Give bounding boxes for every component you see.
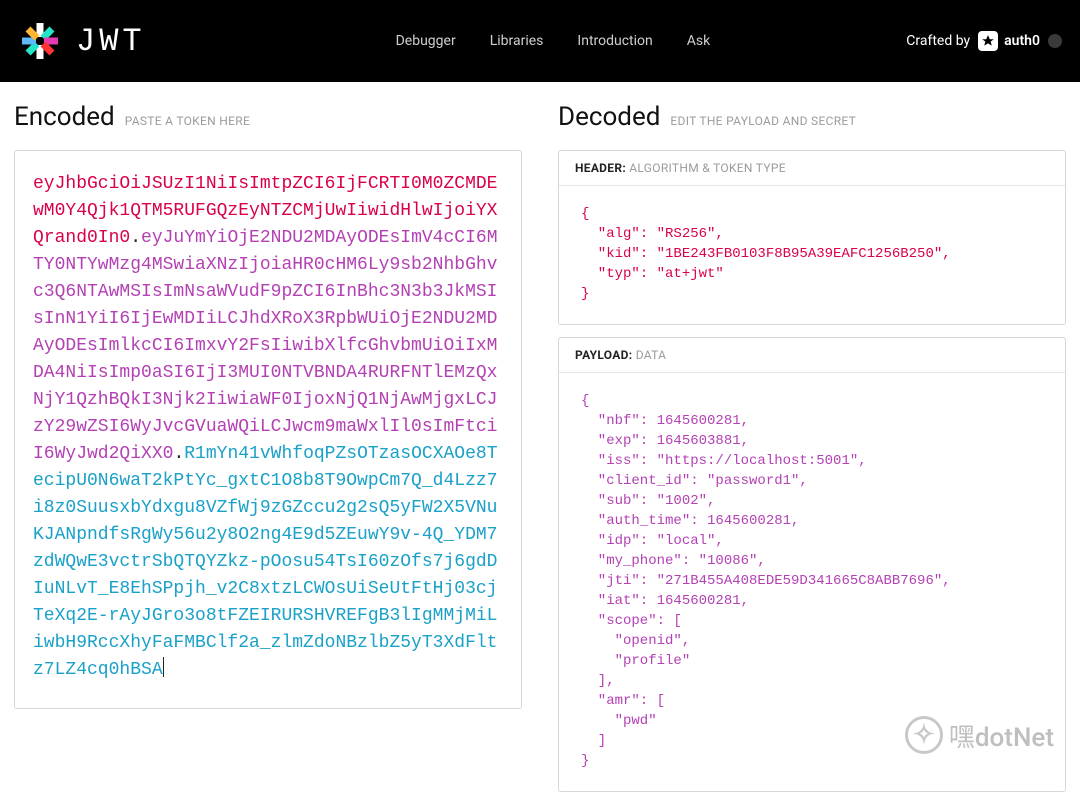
encoded-title: Encoded PASTE A TOKEN HERE (14, 102, 522, 132)
decoded-header-json[interactable]: { "alg": "RS256", "kid": "1BE243FB0103F8… (559, 186, 1065, 324)
encoded-token-input[interactable]: eyJhbGciOiJSUzI1NiIsImtpZCI6IjFCRTI0M0ZC… (14, 150, 522, 709)
token-payload-segment: eyJuYmYiOjE2NDU2MDAyODEsImV4cCI6MTY0NTYw… (33, 228, 498, 464)
encoded-heading: Encoded (14, 102, 115, 132)
main: Encoded PASTE A TOKEN HERE eyJhbGciOiJSU… (0, 82, 1080, 804)
encoded-column: Encoded PASTE A TOKEN HERE eyJhbGciOiJSU… (14, 102, 522, 804)
decoded-heading: Decoded (558, 102, 660, 132)
auth0-text: auth0 (1004, 33, 1040, 49)
nav-ask[interactable]: Ask (687, 33, 710, 49)
jwt-logo-icon (18, 19, 62, 63)
decoded-payload-json[interactable]: { "nbf": 1645600281, "exp": 1645603881, … (559, 373, 1065, 791)
crafted-label: Crafted by (906, 33, 970, 49)
nav-debugger[interactable]: Debugger (396, 33, 456, 49)
auth0-link[interactable]: auth0 (978, 31, 1040, 51)
auth0-icon (978, 31, 998, 51)
text-cursor (163, 657, 164, 677)
decoded-payload-panel: PAYLOAD: DATA { "nbf": 1645600281, "exp"… (558, 337, 1066, 792)
decoded-header-label: HEADER: ALGORITHM & TOKEN TYPE (559, 151, 1065, 186)
brand[interactable]: JWT (18, 19, 146, 63)
encoded-subheading: PASTE A TOKEN HERE (125, 114, 250, 128)
decoded-column: Decoded EDIT THE PAYLOAD AND SECRET HEAD… (558, 102, 1066, 804)
decoded-payload-label: PAYLOAD: DATA (559, 338, 1065, 373)
brand-text: JWT (76, 23, 146, 60)
decoded-title: Decoded EDIT THE PAYLOAD AND SECRET (558, 102, 1066, 132)
nav-introduction[interactable]: Introduction (577, 33, 652, 49)
help-icon[interactable] (1048, 34, 1062, 48)
decoded-header-panel: HEADER: ALGORITHM & TOKEN TYPE { "alg": … (558, 150, 1066, 325)
crafted-by: Crafted by auth0 (906, 31, 1062, 51)
token-signature-segment: R1mYn41vWhfoqPZsOTzasOCXAOe8TecipU0N6waT… (33, 444, 498, 680)
nav: Debugger Libraries Introduction Ask (396, 33, 711, 49)
top-bar: JWT Debugger Libraries Introduction Ask … (0, 0, 1080, 82)
decoded-subheading: EDIT THE PAYLOAD AND SECRET (670, 114, 856, 128)
nav-libraries[interactable]: Libraries (490, 33, 544, 49)
